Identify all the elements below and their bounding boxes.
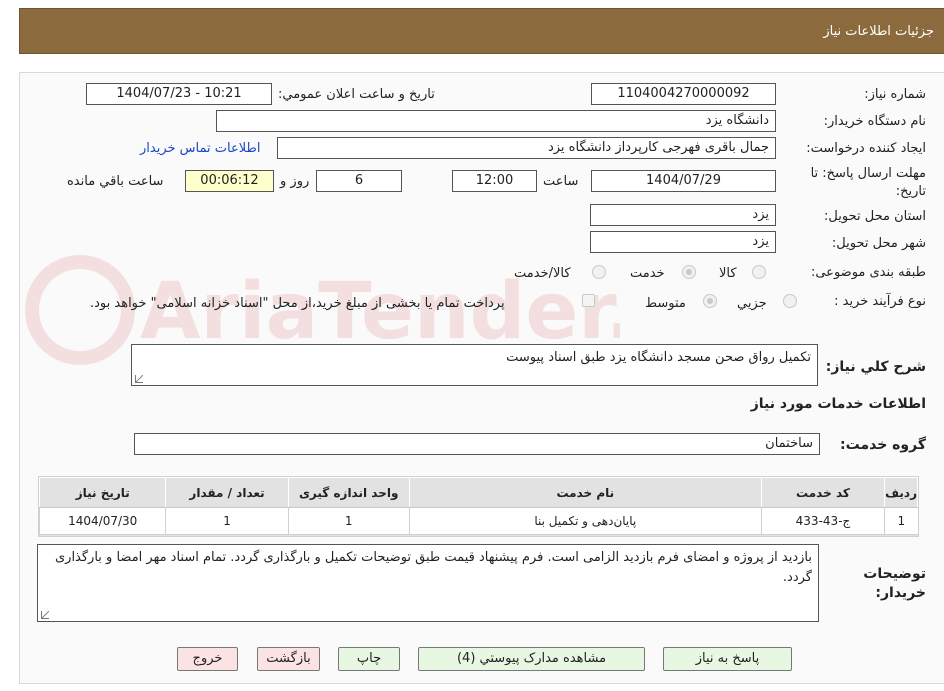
page-header: جزئیات اطلاعات نیاز: [19, 8, 944, 54]
col-quantity: تعداد / مقدار: [165, 477, 289, 508]
services-heading: اطلاعات خدمات مورد نياز: [750, 396, 926, 412]
province-field: یزد: [590, 204, 776, 226]
table-header-row: رديف کد خدمت نام خدمت واحد اندازه گيری ت…: [38, 477, 918, 508]
treasury-payment-checkbox[interactable]: [582, 294, 595, 307]
buyer-notes-text: بازدید از پروژه و امضای فرم بازدید الزام…: [54, 550, 812, 585]
service-group-label: گروه خدمت:: [840, 437, 926, 453]
buyer-notes-label: توضيحات: [863, 566, 926, 582]
cell-service-name: پایان‌دهی و تکمیل بنا: [408, 507, 762, 535]
category-radio-service[interactable]: [682, 265, 696, 279]
requester-field: جمال باقری فهرجی کارپرداز دانشگاه یزد: [277, 137, 776, 159]
remaining-time-field: 00:06:12: [185, 170, 274, 192]
page-title: جزئیات اطلاعات نیاز: [823, 24, 934, 39]
exit-button[interactable]: خروج: [177, 647, 238, 671]
summary-label: شرح کلي نياز:: [825, 359, 926, 375]
col-need-date: تاريخ نياز: [38, 477, 167, 508]
days-label: روز و: [280, 174, 310, 189]
need-number-field: 1104004270000092: [591, 83, 776, 105]
back-button[interactable]: بازگشت: [257, 647, 320, 671]
cell-need-date: 1404/07/30: [38, 507, 166, 535]
days-field: 6: [316, 170, 402, 192]
cell-service-code: ج-43-433: [760, 507, 885, 535]
summary-text: تکمیل رواق صحن مسجد دانشگاه یزد طبق اسنا…: [506, 350, 811, 365]
service-group-field: ساختمان: [134, 433, 820, 455]
process-option-minor: جزيي: [737, 296, 767, 311]
resize-grip-icon[interactable]: [135, 375, 143, 383]
buyer-contact-link[interactable]: اطلاعات تماس خريدار: [140, 141, 260, 156]
deadline-label: مهلت ارسال پاسخ: تا: [810, 166, 926, 181]
cell-quantity: 1: [165, 507, 289, 535]
category-option-service: خدمت: [630, 266, 665, 281]
buyer-notes-textarea: بازدید از پروژه و امضای فرم بازدید الزام…: [37, 544, 819, 622]
deadline-label-date: تاريخ:: [895, 184, 926, 199]
process-label: نوع فرآيند خريد :: [834, 294, 926, 309]
city-field: یزد: [590, 231, 776, 253]
deadline-time-label: ساعت: [543, 174, 579, 189]
province-label: استان محل تحويل:: [824, 209, 926, 224]
category-label: طبقه بندی موضوعی:: [810, 265, 926, 280]
resize-grip-icon[interactable]: [41, 611, 49, 619]
city-label: شهر محل تحويل:: [831, 236, 926, 251]
requester-label: ايجاد کننده درخواست:: [806, 141, 926, 156]
deadline-date-field: 1404/07/29: [591, 170, 776, 192]
cell-unit: 1: [287, 507, 410, 535]
category-radio-goods-service[interactable]: [592, 265, 606, 279]
category-radio-goods[interactable]: [752, 265, 766, 279]
summary-textarea: تکمیل رواق صحن مسجد دانشگاه یزد طبق اسنا…: [131, 344, 818, 386]
services-table: رديف کد خدمت نام خدمت واحد اندازه گيری ت…: [38, 477, 918, 535]
treasury-payment-note: پرداخت تمام يا بخشی از مبلغ خريد،از محل …: [90, 296, 505, 311]
need-number-label: شماره نیاز:: [864, 87, 926, 102]
col-unit: واحد اندازه گيری: [287, 477, 410, 508]
category-option-goods: کالا: [719, 266, 737, 281]
view-attachments-button[interactable]: مشاهده مدارک پيوستي (4): [418, 647, 645, 671]
deadline-time-field: 12:00: [452, 170, 537, 192]
category-option-goods-service: کالا/خدمت: [514, 266, 571, 281]
process-radio-medium[interactable]: [703, 294, 717, 308]
print-button[interactable]: چاپ: [338, 647, 400, 671]
buyer-org-label: نام دستگاه خريدار:: [823, 114, 926, 129]
process-option-medium: متوسط: [645, 296, 686, 311]
reply-button[interactable]: پاسخ به نياز: [663, 647, 792, 671]
buyer-org-field: دانشگاه یزد: [216, 110, 776, 132]
process-radio-minor[interactable]: [783, 294, 797, 308]
col-row-number: رديف: [884, 477, 918, 508]
col-service-code: کد خدمت: [760, 477, 886, 508]
table-row[interactable]: 1 ج-43-433 پایان‌دهی و تکمیل بنا 1 1 140…: [38, 507, 918, 535]
buyer-notes-label-2: خريدار:: [875, 585, 926, 601]
cell-row-number: 1: [884, 507, 918, 535]
announce-label: تاريخ و ساعت اعلان عمومي:: [278, 87, 435, 102]
remaining-time-label: ساعت باقي مانده: [67, 174, 164, 189]
announce-datetime-field: 1404/07/23 - 10:21: [86, 83, 272, 105]
col-service-name: نام خدمت: [408, 477, 762, 508]
